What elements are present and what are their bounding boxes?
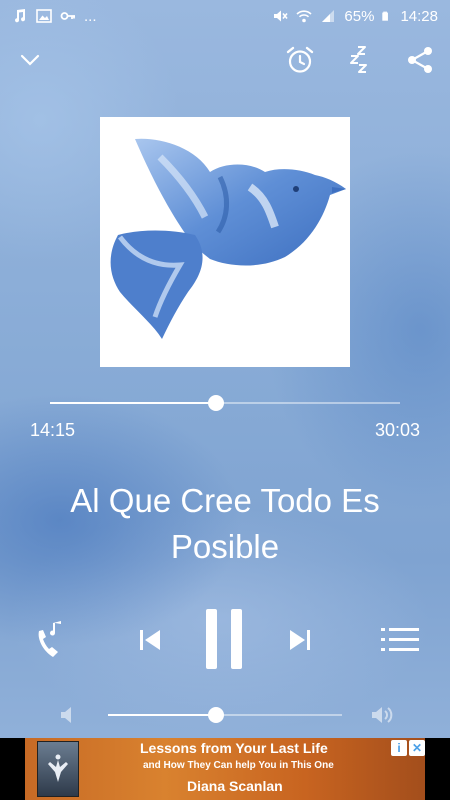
total-duration: 30:03 [374,420,420,440]
alarm-button[interactable] [282,42,318,78]
status-bar: ... 65% 14:28 [0,0,450,32]
seek-fill [50,402,216,404]
clock: 14:28 [400,7,438,25]
ad-banner[interactable]: Lessons from Your Last Life and How They… [0,738,450,800]
ad-headline: Lessons from Your Last Life [140,740,328,756]
ad-info-icon[interactable]: i [391,740,407,756]
volume-thumb[interactable] [207,707,224,723]
volume-low-icon [61,707,71,723]
dove-artwork [110,138,346,339]
ad-author: Diana Scanlan [187,778,283,794]
seek-bar[interactable] [50,395,400,411]
chevron-down-icon [20,54,40,66]
key-icon [60,12,75,20]
battery-icon [382,11,389,21]
image-icon [36,9,52,23]
mute-icon [274,10,289,22]
elapsed-time: 14:15 [30,420,76,440]
wifi-icon [296,10,312,23]
ad-creative[interactable]: Lessons from Your Last Life and How They… [25,738,425,800]
volume-slider[interactable] [108,707,342,723]
music-note-icon [15,9,26,23]
queue-list-icon [381,628,419,651]
sleep-timer-button[interactable] [342,42,378,78]
seek-thumb[interactable] [207,395,224,411]
sleep-timer-icon [350,46,367,73]
volume-down-button[interactable] [56,702,80,728]
alarm-clock-icon [286,46,314,73]
book-cover-image [37,741,79,797]
volume-high-icon [372,707,393,723]
volume-fill [108,714,216,716]
ad-subheadline: and How They Can help You in This One [143,760,334,771]
share-icon [408,47,432,73]
ad-close-icon[interactable]: ✕ [409,740,425,756]
share-button[interactable] [402,42,438,78]
pause-button[interactable] [200,606,248,672]
queue-button[interactable] [378,624,422,656]
ad-controls: i ✕ [391,740,425,756]
skip-next-icon [290,630,310,650]
ringtone-icon [38,621,61,657]
skip-previous-icon [140,630,160,650]
signal-icon [322,10,335,22]
battery-percent: 65% [344,7,375,25]
previous-button[interactable] [134,624,166,656]
ringtone-button[interactable] [30,618,72,662]
album-art [100,117,350,367]
volume-up-button[interactable] [368,702,396,728]
player-top-bar [0,40,450,80]
song-title: Al Que Cree Todo Es Posible [70,482,380,565]
person-silhouette-icon [48,754,68,782]
pause-icon [206,609,242,669]
more-notifications: ... [84,7,97,25]
collapse-button[interactable] [12,42,48,78]
next-button[interactable] [284,624,316,656]
